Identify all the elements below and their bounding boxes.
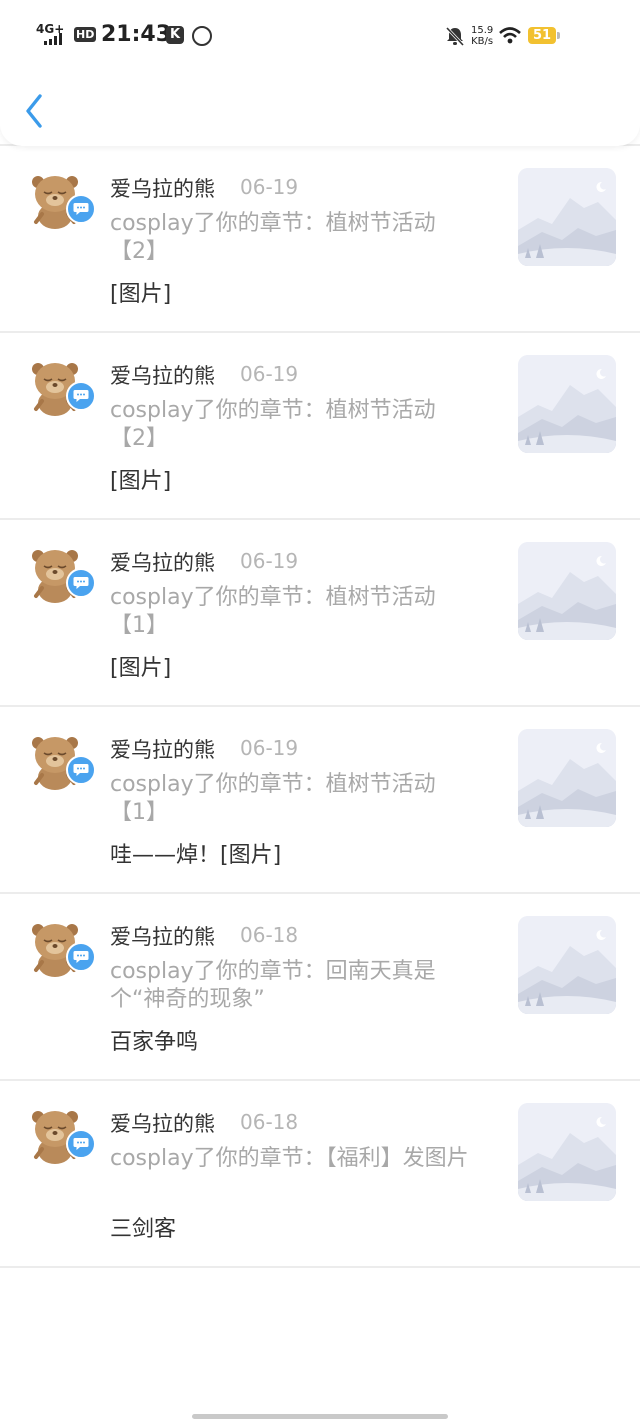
comment-text: 百家争鸣 (110, 1030, 199, 1055)
k-app-icon: K (166, 26, 184, 44)
notification-item[interactable]: 爱乌拉的熊 06-18 cosplay了你的章节：【福利】发图片 三剑客 (0, 1081, 640, 1268)
comment-text: [图片] (110, 469, 172, 494)
comment-badge (66, 194, 96, 224)
username[interactable]: 爱乌拉的熊 (110, 173, 215, 203)
notification-item[interactable]: 爱乌拉的熊 06-19 cosplay了你的章节：植树节活动【2】 [图片] (0, 333, 640, 520)
comment-text: 哇——焯！[图片] (110, 843, 282, 868)
chapter-thumbnail[interactable] (518, 168, 616, 266)
chapter-thumbnail[interactable] (518, 542, 616, 640)
notification-action: cosplay了你的章节：回南天真是个“神奇的现象” (110, 959, 436, 1012)
image-placeholder-icon (518, 542, 616, 640)
username[interactable]: 爱乌拉的熊 (110, 921, 215, 951)
speed-value: 15.9 (471, 25, 494, 36)
image-placeholder-icon (518, 729, 616, 827)
battery-tip (557, 32, 560, 39)
battery-icon: 51 (528, 27, 556, 44)
chevron-left-icon[interactable] (22, 92, 50, 130)
notification-item[interactable]: 爱乌拉的熊 06-18 cosplay了你的章节：回南天真是个“神奇的现象” 百… (0, 894, 640, 1081)
network-speed: 15.9 KB/s (471, 25, 493, 47)
hd-badge: HD (74, 27, 97, 42)
username[interactable]: 爱乌拉的熊 (110, 547, 215, 577)
chapter-thumbnail[interactable] (518, 729, 616, 827)
battery-level: 51 (532, 28, 552, 43)
notification-action: cosplay了你的章节：植树节活动【1】 (110, 772, 436, 825)
image-placeholder-icon (518, 916, 616, 1014)
sync-icon (192, 26, 212, 46)
notification-action: cosplay了你的章节：植树节活动【1】 (110, 585, 436, 638)
notification-action: cosplay了你的章节：植树节活动【2】 (110, 211, 436, 264)
comment-badge (66, 755, 96, 785)
top-bar: 4G+ HD 21:43 K 15.9 KB/s 51 (0, 0, 640, 146)
chapter-thumbnail[interactable] (518, 1103, 616, 1201)
chapter-thumbnail[interactable] (518, 355, 616, 453)
chat-bubble-icon (73, 1138, 89, 1150)
notification-date: 06-19 (240, 175, 299, 199)
comment-badge (66, 942, 96, 972)
username[interactable]: 爱乌拉的熊 (110, 360, 215, 390)
notification-date: 06-18 (240, 923, 299, 947)
comment-badge (66, 1129, 96, 1159)
mute-bell-icon (445, 26, 465, 47)
clock: 21:43 (101, 22, 172, 47)
comment-text: [图片] (110, 656, 172, 681)
notification-date: 06-19 (240, 549, 299, 573)
image-placeholder-icon (518, 168, 616, 266)
wifi-icon (499, 27, 521, 44)
notification-date: 06-18 (240, 1110, 299, 1134)
notification-action: cosplay了你的章节：【福利】发图片 (110, 1146, 469, 1171)
home-indicator[interactable] (192, 1414, 448, 1419)
image-placeholder-icon (518, 355, 616, 453)
username[interactable]: 爱乌拉的熊 (110, 1108, 215, 1138)
signal-icon (44, 33, 62, 45)
notification-action: cosplay了你的章节：植树节活动【2】 (110, 398, 436, 451)
notification-date: 06-19 (240, 736, 299, 760)
username[interactable]: 爱乌拉的熊 (110, 734, 215, 764)
image-placeholder-icon (518, 1103, 616, 1201)
chat-bubble-icon (73, 951, 89, 963)
notification-date: 06-19 (240, 362, 299, 386)
notification-item[interactable]: 爱乌拉的熊 06-19 cosplay了你的章节：植树节活动【1】 [图片] (0, 520, 640, 707)
comment-badge (66, 568, 96, 598)
comment-badge (66, 381, 96, 411)
comment-text: [图片] (110, 282, 172, 307)
notification-list[interactable]: 爱乌拉的熊 06-19 cosplay了你的章节：植树节活动【2】 [图片] 爱… (0, 109, 640, 1422)
chat-bubble-icon (73, 577, 89, 589)
speed-unit: KB/s (471, 36, 494, 47)
comment-text: 三剑客 (110, 1217, 177, 1242)
chapter-thumbnail[interactable] (518, 916, 616, 1014)
chat-bubble-icon (73, 203, 89, 215)
chat-bubble-icon (73, 764, 89, 776)
notification-item[interactable]: 爱乌拉的熊 06-19 cosplay了你的章节：植树节活动【2】 [图片] (0, 146, 640, 333)
chat-bubble-icon (73, 390, 89, 402)
notification-item[interactable]: 爱乌拉的熊 06-19 cosplay了你的章节：植树节活动【1】 哇——焯！[… (0, 707, 640, 894)
